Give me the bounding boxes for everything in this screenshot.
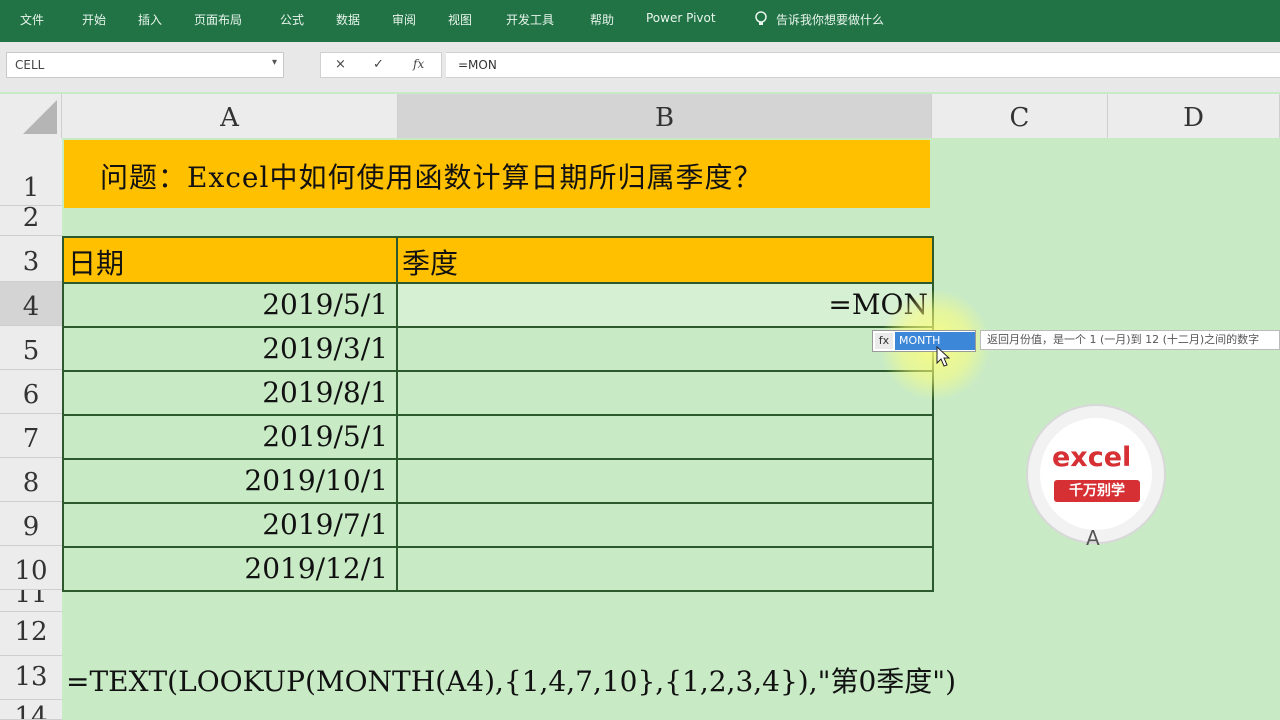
formula-input-value: =MON	[458, 58, 497, 72]
tell-me-search[interactable]: 告诉我你想要做什么	[776, 11, 884, 28]
row-header-3[interactable]: 3	[0, 236, 62, 282]
enter-icon[interactable]: ✓	[373, 57, 384, 72]
date-cell[interactable]: 2019/8/1	[64, 370, 398, 414]
name-box[interactable]: CELL ▾	[6, 52, 284, 78]
tab-formulas[interactable]: 公式	[280, 11, 304, 28]
row-header-5[interactable]: 5	[0, 326, 62, 370]
date-cell[interactable]: 2019/5/1	[64, 414, 398, 458]
title-text: 问题：Excel中如何使用函数计算日期所归属季度？	[100, 161, 763, 194]
row-header-11[interactable]: 11	[0, 590, 62, 612]
row-header-6[interactable]: 6	[0, 370, 62, 414]
autocomplete-item-month[interactable]: MONTH	[895, 332, 975, 350]
cancel-icon[interactable]: ×	[335, 57, 346, 72]
row-header-1[interactable]: 1	[0, 138, 62, 206]
row-header-10[interactable]: 10	[0, 546, 62, 590]
column-header-a[interactable]: A	[62, 94, 398, 138]
date-cell[interactable]: 2019/7/1	[64, 502, 398, 546]
mouse-pointer-icon	[936, 346, 951, 367]
autocomplete-list[interactable]: fx MONTH	[872, 330, 976, 352]
tab-review[interactable]: 审阅	[392, 11, 416, 28]
date-cell[interactable]: 2019/10/1	[64, 458, 398, 502]
quarter-cell[interactable]	[398, 502, 932, 546]
row-header-7[interactable]: 7	[0, 414, 62, 458]
quarter-cell[interactable]	[398, 326, 932, 370]
column-header-d[interactable]: D	[1108, 94, 1280, 138]
insert-function-icon[interactable]: fx	[413, 57, 424, 71]
header-cell-quarter[interactable]: 季度	[398, 236, 932, 282]
tab-page-layout[interactable]: 页面布局	[194, 11, 242, 28]
formula-buttons: × ✓ fx	[320, 52, 442, 78]
quarter-cell[interactable]	[398, 414, 932, 458]
row-header-9[interactable]: 9	[0, 502, 62, 546]
watermark-logo: excel 千万别学 A	[1026, 404, 1166, 550]
date-cell[interactable]: 2019/12/1	[64, 546, 398, 590]
tab-home[interactable]: 开始	[82, 11, 106, 28]
row-header-4[interactable]: 4	[0, 282, 62, 326]
tab-developer[interactable]: 开发工具	[506, 11, 554, 28]
ribbon-tabs: 文件 开始 插入 页面布局 公式 数据 审阅 视图 开发工具 帮助 Power …	[0, 0, 1280, 42]
header-cell-date[interactable]: 日期	[64, 236, 398, 282]
function-tooltip: 返回月份值，是一个 1 (一月)到 12 (十二月)之间的数字	[980, 330, 1280, 350]
tab-help[interactable]: 帮助	[590, 11, 614, 28]
tab-power-pivot[interactable]: Power Pivot	[646, 11, 716, 25]
row-header-14[interactable]: 14	[0, 700, 62, 720]
active-cell-b4[interactable]: =MON	[398, 282, 932, 326]
watermark-line2: 千万别学	[1054, 480, 1140, 502]
watermark-line3: A	[1086, 526, 1100, 550]
tab-data[interactable]: 数据	[336, 11, 360, 28]
date-cell[interactable]: 2019/5/1	[64, 282, 398, 326]
row-header-8[interactable]: 8	[0, 458, 62, 502]
title-cell[interactable]: 问题：Excel中如何使用函数计算日期所归属季度？	[64, 140, 930, 208]
select-all-corner[interactable]	[0, 94, 62, 138]
function-icon: fx	[875, 333, 893, 349]
row-header-13[interactable]: 13	[0, 656, 62, 700]
chevron-down-icon[interactable]: ▾	[272, 57, 277, 68]
row-header-2[interactable]: 2	[0, 206, 62, 236]
quarter-cell[interactable]	[398, 370, 932, 414]
tab-insert[interactable]: 插入	[138, 11, 162, 28]
formula-input[interactable]: =MON	[446, 52, 1280, 78]
quarter-cell[interactable]	[398, 458, 932, 502]
tab-view[interactable]: 视图	[448, 11, 472, 28]
watermark-line1: excel	[1052, 442, 1132, 473]
tab-file[interactable]: 文件	[20, 11, 44, 28]
column-header-b[interactable]: B	[398, 94, 932, 138]
date-cell[interactable]: 2019/3/1	[64, 326, 398, 370]
row-header-12[interactable]: 12	[0, 612, 62, 656]
quarter-cell[interactable]	[398, 546, 932, 590]
lightbulb-icon[interactable]	[754, 11, 768, 30]
formula-note-cell[interactable]: =TEXT(LOOKUP(MONTH(A4),{1,4,7,10},{1,2,3…	[66, 656, 1066, 700]
column-header-c[interactable]: C	[932, 94, 1108, 138]
name-box-value: CELL	[15, 58, 45, 72]
